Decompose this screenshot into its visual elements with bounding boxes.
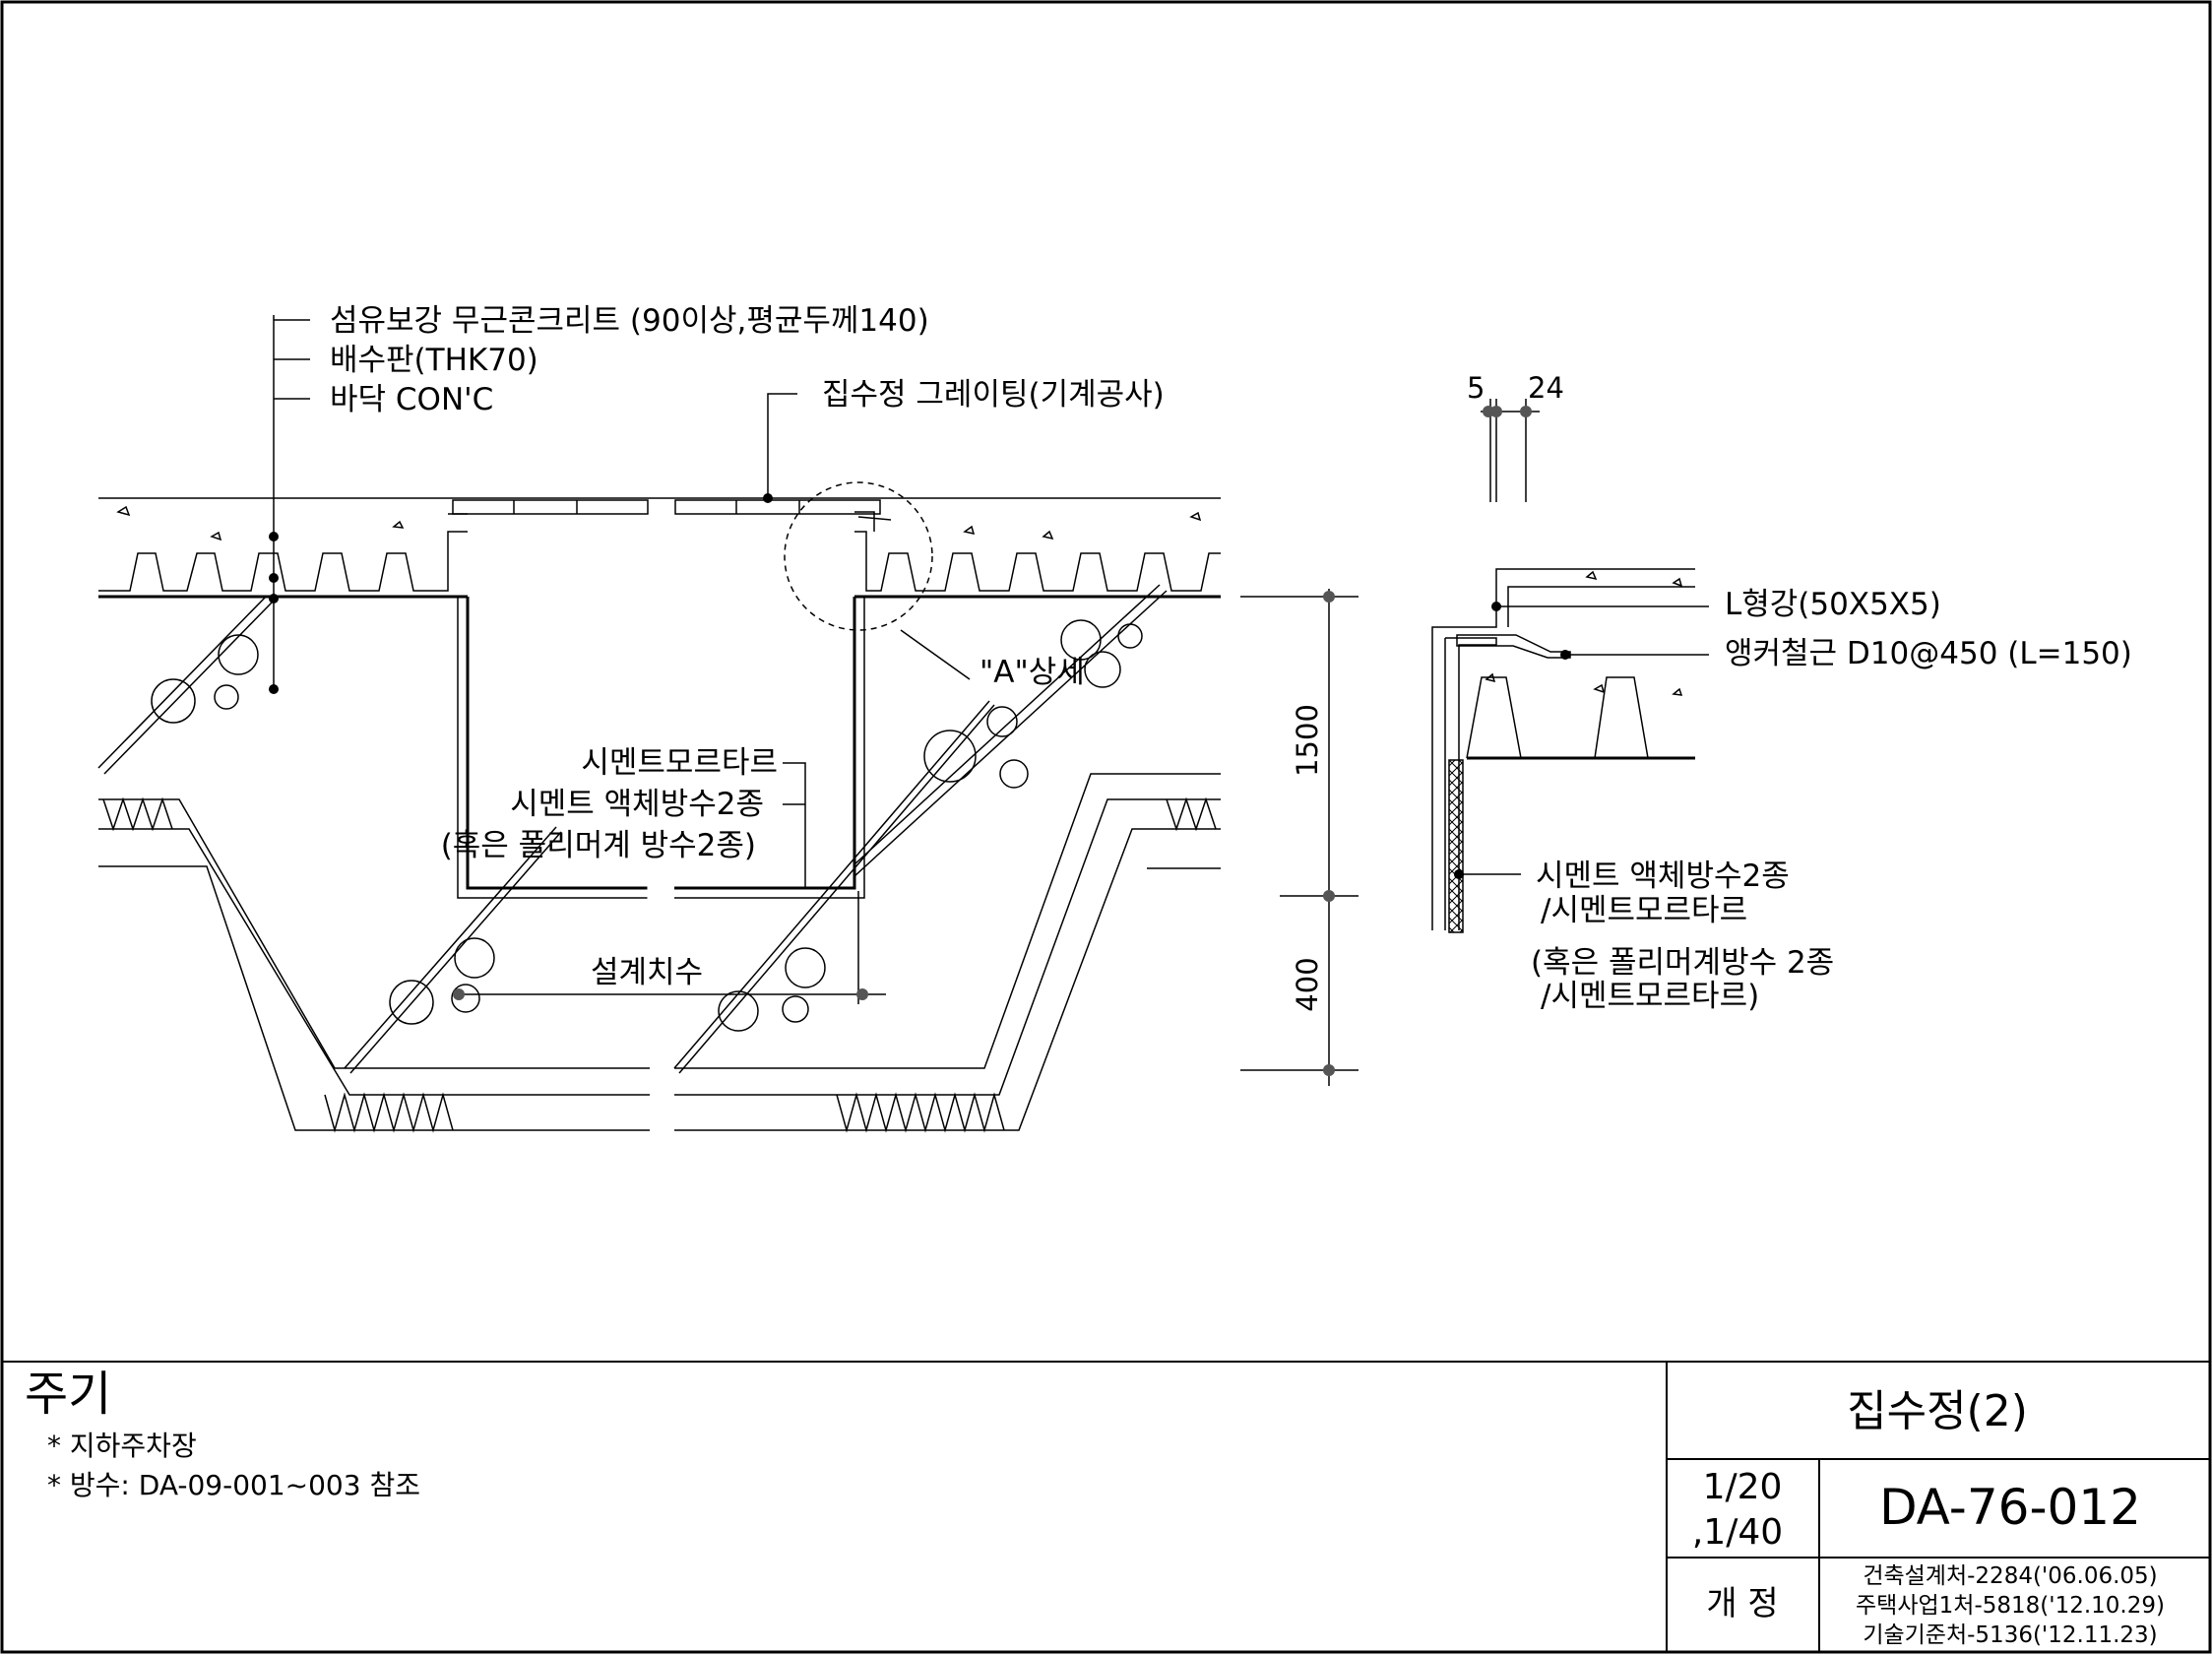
waterproof-layer-hatch [1448,759,1464,933]
layer-2-label: 배수판(THK70) [330,343,538,378]
drawing-sheet: 섬유보강 무근콘크리트 (90이상,평균두께140) 배수판(THK70) 바닥… [0,0,2212,1654]
waterproof-label: 시멘트 액체방수2종 [510,787,764,822]
waterproof-alt-label: (혹은 폴리머계 방수2종) [441,828,756,863]
revision-label: 개 정 [1706,1584,1778,1623]
detail-a-ref-label: "A"상세 [980,655,1085,690]
detail-waterproof-line4: /시멘트모르타르) [1541,979,1759,1014]
anchor-bar-label: 앵커철근 D10@450 (L=150) [1725,636,2132,671]
angle-steel-label: L형강(50X5X5) [1725,587,1941,622]
notes-title: 주기 [25,1367,111,1422]
leader-dots [269,493,868,1000]
leader-lines [273,315,886,1004]
scale-line-1: 1/20 [1703,1467,1783,1507]
detail-waterproof-line2: /시멘트모르타르 [1541,893,1747,928]
mortar-label: 시멘트모르타르 [581,745,778,781]
detail-dim-5: 5 [1467,371,1485,405]
drawing-title: 집수정(2) [1847,1386,2028,1436]
detail-a-drawing [1431,399,1709,930]
detail-waterproof-line1: 시멘트 액체방수2종 [1536,859,1790,894]
design-dimension-label: 설계치수 [591,955,703,990]
note-item: * 방수: DA-09-001~003 참조 [47,1469,420,1501]
note-item: * 지하주차장 [47,1430,197,1462]
depth-1500-label: 1500 [1291,704,1324,777]
detail-dots [1454,406,1570,879]
layer-3-label: 바닥 CON'C [330,382,493,417]
revision-entry: 기술기준처-5136('12.11.23) [1863,1622,2157,1648]
detail-waterproof-line3: (혹은 폴리머계방수 2종 [1531,945,1834,981]
detail-dim-24: 24 [1528,371,1564,405]
revision-entry: 주택사업1처-5818('12.10.29) [1856,1593,2165,1619]
drawing-number: DA-76-012 [1879,1479,2141,1536]
layer-1-label: 섬유보강 무근콘크리트 (90이상,평균두께140) [330,303,929,339]
revision-entry: 건축설계처-2284('06.06.05) [1863,1563,2157,1589]
depth-400-label: 400 [1291,957,1324,1011]
scale-line-2: ,1/40 [1692,1512,1783,1553]
grating-label: 집수정 그레이팅(기계공사) [822,377,1165,413]
